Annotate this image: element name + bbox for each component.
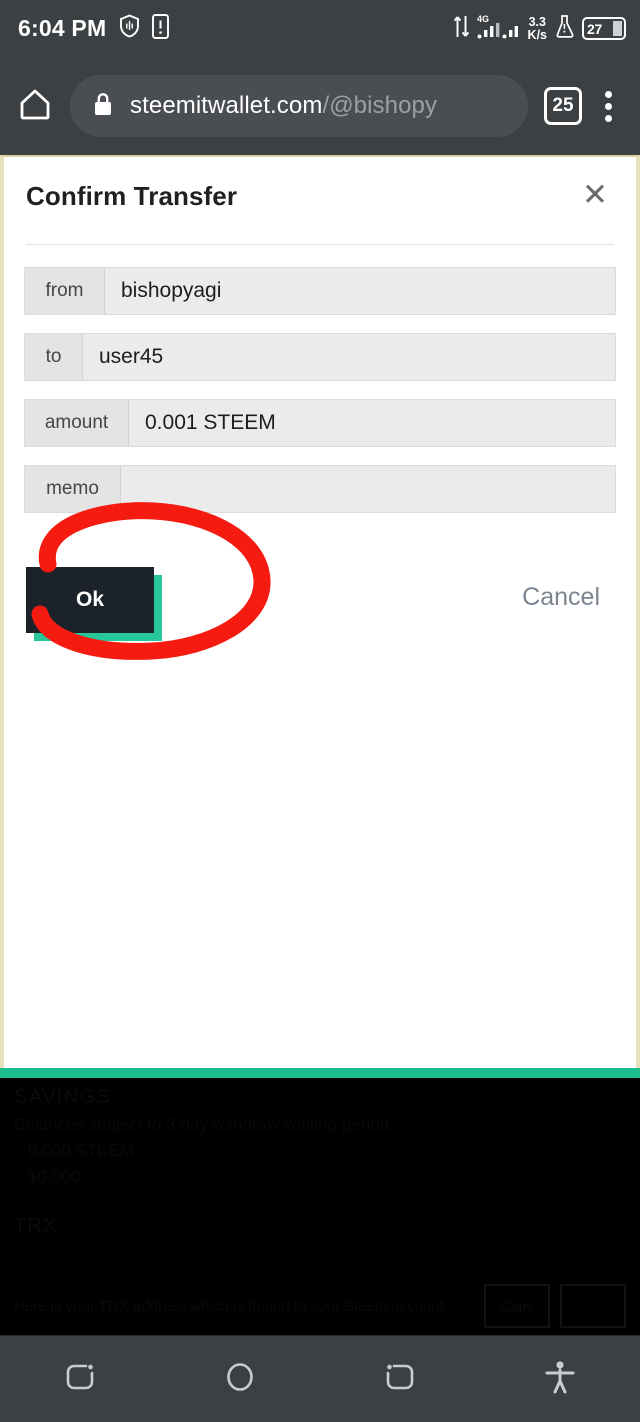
trx-qr-button[interactable] xyxy=(560,1284,626,1328)
network-speed: 3.3 K/s xyxy=(527,14,547,42)
url-domain: steemitwallet.com xyxy=(130,92,323,119)
kebab-menu-icon[interactable] xyxy=(590,90,626,122)
shield-icon xyxy=(119,14,140,43)
modal-header: Confirm Transfer ✕ xyxy=(4,157,636,212)
ok-button[interactable]: Ok xyxy=(26,567,154,633)
svg-text:4G: 4G xyxy=(477,14,489,24)
lock-icon xyxy=(92,91,114,122)
savings-note: Balances subject to 3 day withdraw waiti… xyxy=(14,1115,394,1134)
modal-actions: Ok Cancel xyxy=(4,531,636,681)
field-amount: amount 0.001 STEEM xyxy=(24,399,616,447)
home-icon[interactable] xyxy=(14,83,56,130)
nav-back-button[interactable] xyxy=(320,1360,480,1399)
savings-steem-value: 0.000 STEEM xyxy=(28,1141,134,1160)
transfer-fields: from bishopyagi to user45 amount 0.001 S… xyxy=(4,245,636,513)
web-page-viewport: SAVINGS Balances subject to 3 day withdr… xyxy=(0,155,640,1335)
cancel-button[interactable]: Cancel xyxy=(522,583,600,612)
sim-card-icon xyxy=(152,13,170,44)
trx-address-row: Here is your TRX address which is bound … xyxy=(0,1238,640,1328)
field-from-value: bishopyagi xyxy=(105,268,615,314)
status-left-icons xyxy=(119,13,170,44)
savings-sbd-value: $0.000 xyxy=(28,1167,80,1186)
accessibility-icon xyxy=(544,1360,576,1399)
field-from: from bishopyagi xyxy=(24,267,616,315)
savings-heading: SAVINGS xyxy=(14,1086,112,1108)
url-text: steemitwallet.com/@bishopy xyxy=(130,92,437,120)
field-memo: memo xyxy=(24,465,616,513)
field-to-value: user45 xyxy=(83,334,615,380)
home-circle-icon xyxy=(223,1360,257,1399)
accent-divider xyxy=(0,1068,640,1078)
flask-alert-icon xyxy=(554,14,575,43)
data-transfer-icon xyxy=(453,14,470,44)
trx-heading: TRX xyxy=(14,1215,58,1237)
status-clock: 6:04 PM xyxy=(18,15,107,41)
url-bar[interactable]: steemitwallet.com/@bishopy xyxy=(70,75,528,137)
field-amount-label: amount xyxy=(25,400,129,446)
battery-indicator: 27 xyxy=(582,17,626,40)
field-to: to user45 xyxy=(24,333,616,381)
field-from-label: from xyxy=(25,268,105,314)
android-nav-bar xyxy=(0,1335,640,1422)
nav-recents-button[interactable] xyxy=(0,1360,160,1399)
tab-counter-button[interactable]: 25 xyxy=(544,87,582,125)
field-memo-value xyxy=(121,466,615,512)
status-bar: 6:04 PM 4G 3.3 K/s 27 xyxy=(0,0,640,57)
field-amount-value: 0.001 STEEM xyxy=(129,400,615,446)
trx-copy-button[interactable]: Copy xyxy=(484,1284,550,1328)
confirm-transfer-modal: Confirm Transfer ✕ from bishopyagi to us… xyxy=(0,155,640,1068)
field-to-label: to xyxy=(25,334,83,380)
signal-4g-icon: 4G xyxy=(477,13,521,45)
back-icon xyxy=(383,1360,417,1399)
tab-count-label: 25 xyxy=(552,95,574,116)
phone-screen: 6:04 PM 4G 3.3 K/s 27 steemitwallet.com/… xyxy=(0,0,640,1422)
trx-address-text: Here is your TRX address which is bound … xyxy=(14,1297,444,1315)
background-page-content: SAVINGS Balances subject to 3 day withdr… xyxy=(0,1068,640,1328)
ok-button-wrapper: Ok xyxy=(26,567,162,641)
url-path: /@bishopy xyxy=(322,92,438,119)
field-memo-label: memo xyxy=(25,466,121,512)
page-title: Confirm Transfer xyxy=(26,181,238,211)
close-icon[interactable]: ✕ xyxy=(576,179,614,210)
recents-icon xyxy=(63,1360,97,1399)
nav-home-button[interactable] xyxy=(160,1360,320,1399)
status-right-icons: 4G 3.3 K/s 27 xyxy=(453,13,626,45)
nav-accessibility-button[interactable] xyxy=(480,1360,640,1399)
browser-toolbar: steemitwallet.com/@bishopy 25 xyxy=(0,57,640,155)
